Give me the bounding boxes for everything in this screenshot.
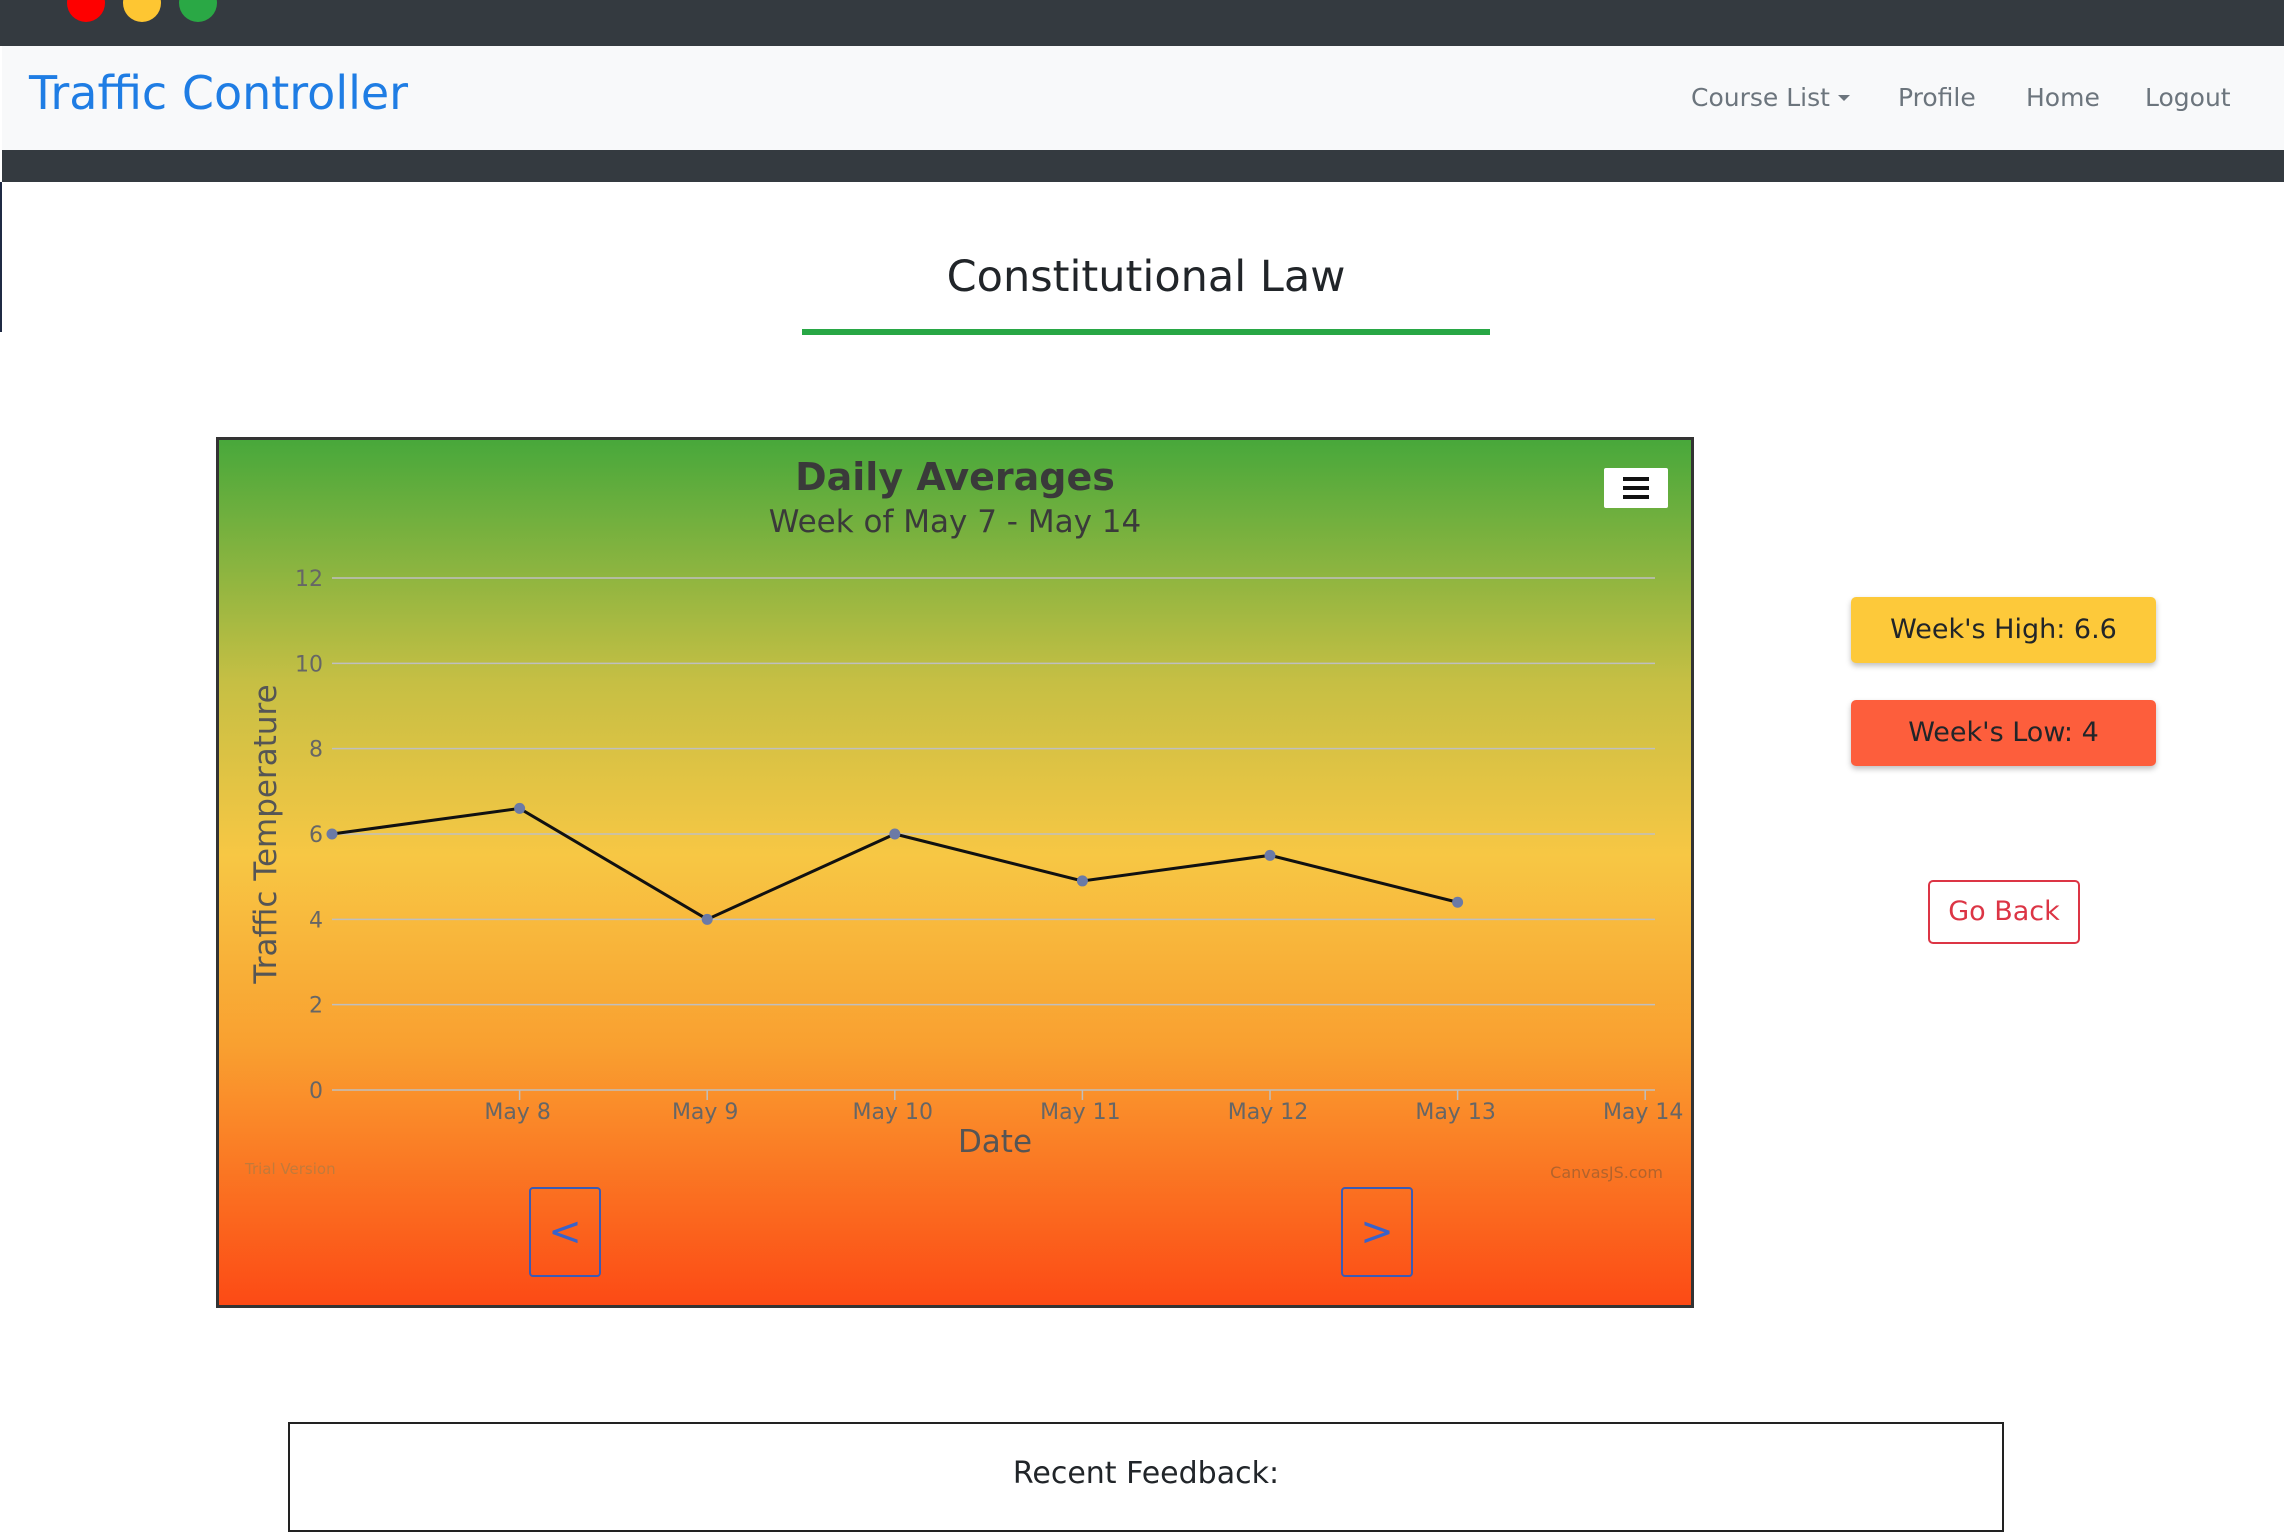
data-point [701, 913, 713, 925]
minimize-window-button[interactable] [123, 0, 161, 22]
data-point [1264, 849, 1276, 861]
series-line [331, 806, 1458, 922]
weeks-low-badge: Week's Low: 4 [1851, 700, 2156, 766]
trial-version-text: Trial Version [244, 1160, 336, 1178]
title-divider [802, 329, 1490, 335]
y-tick-label: 12 [295, 567, 323, 592]
canvasjs-credit: CanvasJS.com [1550, 1163, 1663, 1182]
data-point [1076, 875, 1088, 887]
x-tick-label: May 9 [672, 1100, 738, 1125]
nav-profile-link[interactable]: Profile [1898, 83, 1976, 112]
y-tick-label: 6 [309, 823, 323, 848]
nav-underbar [2, 150, 2284, 182]
nav-logout-link[interactable]: Logout [2145, 83, 2231, 112]
data-point [326, 828, 338, 840]
nav-home-link[interactable]: Home [2026, 83, 2100, 112]
brand-link[interactable]: Traffic Controller [29, 66, 408, 120]
chart-title: Daily Averages [795, 455, 1115, 499]
x-tick-label: May 8 [484, 1100, 550, 1125]
chart-canvas: Daily Averages Week of May 7 - May 14 0 2 4 6… [244, 455, 1683, 1182]
close-window-button[interactable] [67, 0, 105, 22]
y-tick-label: 8 [309, 738, 323, 763]
next-week-button[interactable]: > [1341, 1187, 1413, 1277]
y-tick-label: 4 [309, 908, 323, 933]
y-tick-label: 2 [309, 994, 323, 1019]
recent-feedback-panel: Recent Feedback: [288, 1422, 2004, 1532]
data-point [889, 828, 901, 840]
hamburger-menu-icon [1623, 495, 1649, 499]
daily-averages-chart: Daily Averages Week of May 7 - May 14 0 2 4 6… [216, 437, 1694, 1308]
x-axis-label: Date [958, 1124, 1032, 1160]
page-title: Constitutional Law [946, 252, 1346, 302]
previous-week-button[interactable]: < [529, 1187, 601, 1277]
go-back-button[interactable]: Go Back [1928, 880, 2080, 944]
chart-menu-button[interactable] [1604, 468, 1668, 508]
data-point [514, 802, 526, 814]
weeks-high-badge: Week's High: 6.6 [1851, 597, 2156, 663]
course-list-dropdown[interactable]: Course List [1691, 83, 1850, 112]
x-tick-label: May 13 [1415, 1100, 1495, 1125]
x-tick-label: May 12 [1228, 1100, 1308, 1125]
x-tick-label: May 11 [1040, 1100, 1120, 1125]
y-axis-label: Traffic Temperature [248, 684, 284, 984]
hamburger-menu-icon [1623, 477, 1649, 481]
window-edge [0, 182, 2, 332]
y-tick-label: 10 [295, 652, 323, 677]
hamburger-menu-icon [1623, 486, 1649, 490]
window-titlebar [0, 0, 2284, 46]
chart-subtitle: Week of May 7 - May 14 [769, 504, 1141, 540]
chevron-down-icon [1837, 95, 1850, 101]
course-list-label: Course List [1691, 83, 1830, 112]
zoom-window-button[interactable] [179, 0, 217, 22]
top-navbar: Traffic Controller Course List Profile H… [2, 46, 2284, 150]
y-tick-label: 0 [309, 1079, 323, 1104]
data-point [1452, 896, 1464, 908]
x-tick-label: May 14 [1603, 1100, 1683, 1125]
x-tick-label: May 10 [853, 1100, 933, 1125]
feedback-title: Recent Feedback: [1012, 1456, 1280, 1491]
